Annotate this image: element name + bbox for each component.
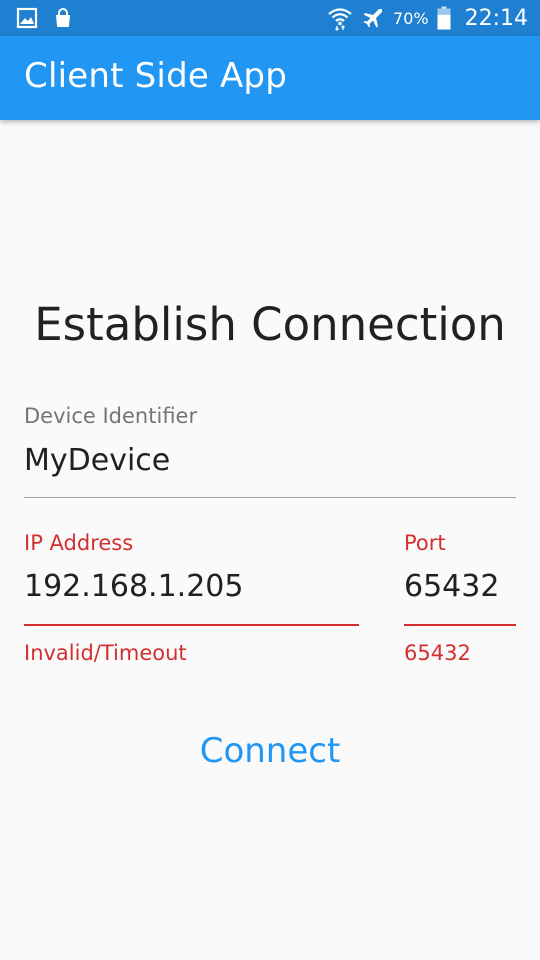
app-bar: Client Side App xyxy=(0,36,540,120)
ip-address-underline xyxy=(24,624,359,626)
device-identifier-field[interactable]: Device Identifier xyxy=(24,400,516,500)
status-bar: 70% 22:14 xyxy=(0,0,540,36)
airplane-mode-icon xyxy=(363,9,383,28)
port-underline xyxy=(404,624,516,626)
port-input[interactable] xyxy=(404,564,516,608)
app-title: Client Side App xyxy=(24,56,287,96)
device-identifier-input[interactable] xyxy=(24,438,516,482)
status-left-icons xyxy=(16,7,74,29)
device-identifier-underline xyxy=(24,497,516,498)
ip-address-field[interactable]: IP Address Invalid/Timeout xyxy=(24,528,359,673)
status-clock: 22:14 xyxy=(464,5,528,31)
gallery-icon xyxy=(16,7,38,29)
battery-percent: 70% xyxy=(393,8,429,28)
ip-address-label: IP Address xyxy=(24,531,134,555)
device-identifier-label: Device Identifier xyxy=(24,404,198,428)
page-heading: Establish Connection xyxy=(34,298,506,351)
connect-button[interactable]: Connect xyxy=(170,726,370,776)
port-label: Port xyxy=(404,531,446,555)
ip-address-input[interactable] xyxy=(24,564,359,608)
battery-icon xyxy=(437,6,451,30)
ip-address-error-text: Invalid/Timeout xyxy=(24,641,187,665)
port-helper-text: 65432 xyxy=(404,641,471,665)
shopping-bag-icon xyxy=(56,8,70,27)
port-field[interactable]: Port 65432 xyxy=(404,528,516,673)
status-right-icons: 70% 22:14 xyxy=(327,0,528,36)
wifi-icon xyxy=(328,8,352,31)
